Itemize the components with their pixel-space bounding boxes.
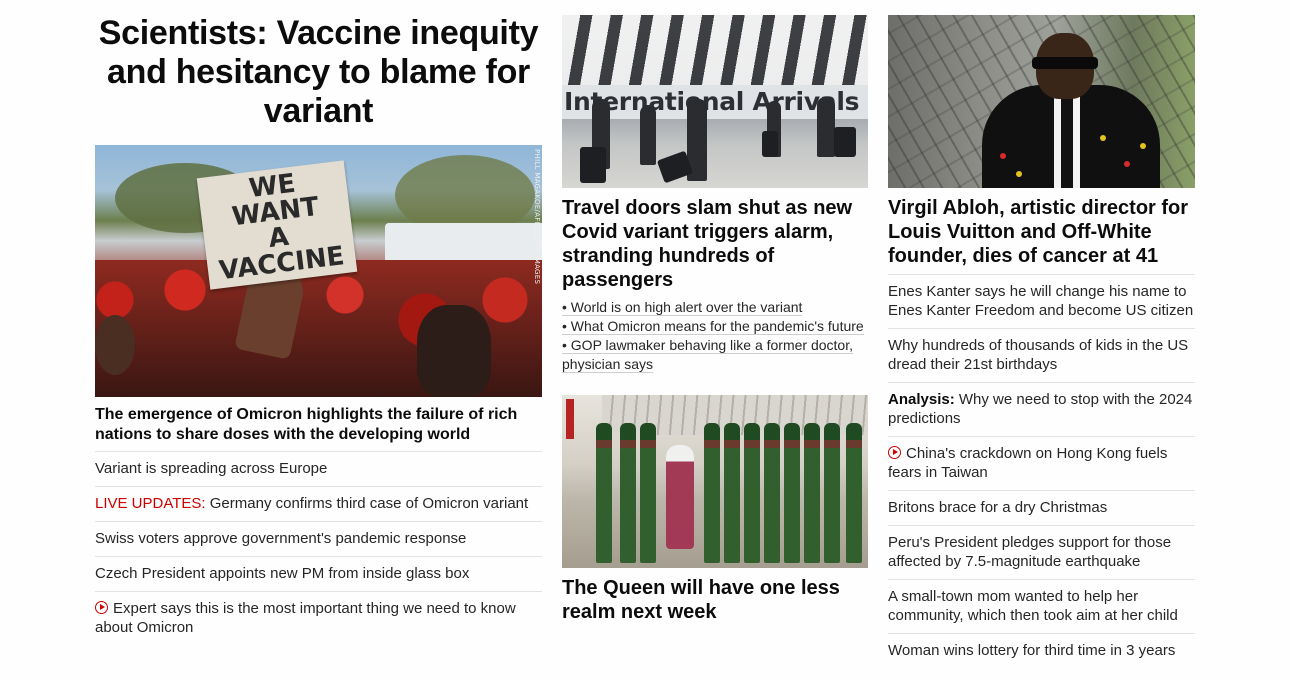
queen-inspection-image[interactable]: [562, 395, 868, 568]
related-link[interactable]: Swiss voters approve government's pandem…: [95, 522, 542, 557]
headline-link[interactable]: Why hundreds of thousands of kids in the…: [888, 329, 1195, 383]
video-headline-link[interactable]: China's crackdown on Hong Kong fuels fea…: [888, 437, 1195, 491]
related-link[interactable]: • GOP lawmaker behaving like a former do…: [562, 336, 868, 374]
headline-link[interactable]: A small-town mom wanted to help her comm…: [888, 580, 1195, 634]
live-updates-label: LIVE UPDATES:: [95, 495, 206, 512]
queen-headline-link[interactable]: The Queen will have one less realm next …: [562, 576, 868, 624]
protest-sign-text: WE WANT A VACCINE: [217, 168, 347, 287]
airport-arrivals-image[interactable]: International Arrivals: [562, 15, 868, 188]
travel-headline-link[interactable]: Travel doors slam shut as new Covid vari…: [562, 196, 868, 292]
news-page: Scientists: Vaccine inequity and hesitan…: [0, 0, 1290, 680]
headline-link[interactable]: Peru's President pledges support for tho…: [888, 526, 1195, 580]
play-icon: [95, 601, 108, 614]
virgil-abloh-image[interactable]: [888, 15, 1195, 188]
related-link[interactable]: • What Omicron means for the pandemic's …: [562, 317, 868, 336]
middle-column: International Arrivals Travel doors slam…: [562, 15, 868, 624]
related-link[interactable]: • World is on high alert over the varian…: [562, 298, 868, 317]
travel-related-list: • World is on high alert over the varian…: [562, 298, 868, 374]
related-link[interactable]: Czech President appoints new PM from ins…: [95, 557, 542, 592]
related-link[interactable]: Variant is spreading across Europe: [95, 452, 542, 487]
analysis-label: Analysis:: [888, 391, 955, 408]
related-links-list: Variant is spreading across Europe LIVE …: [95, 451, 542, 645]
headline-link[interactable]: Enes Kanter says he will change his name…: [888, 275, 1195, 329]
image-credit: PHILL MAGAKOE/AFP/GETTY IMAGES: [533, 149, 541, 285]
lead-story-image[interactable]: WE WANT A VACCINE PHILL MAGAKOE/AFP/GETT…: [95, 145, 542, 397]
headline-link[interactable]: Woman wins lottery for third time in 3 y…: [888, 634, 1195, 668]
lead-caption-link[interactable]: The emergence of Omicron highlights the …: [95, 405, 542, 445]
protest-sign: WE WANT A VACCINE: [196, 160, 358, 290]
right-column: Virgil Abloh, artistic director for Loui…: [888, 15, 1195, 668]
headlines-list: Enes Kanter says he will change his name…: [888, 274, 1195, 668]
headline-link[interactable]: Analysis: Why we need to stop with the 2…: [888, 383, 1195, 437]
related-link[interactable]: LIVE UPDATES: Germany confirms third cas…: [95, 487, 542, 522]
headline-link[interactable]: Britons brace for a dry Christmas: [888, 491, 1195, 526]
lead-headline-link[interactable]: Scientists: Vaccine inequity and hesitan…: [95, 14, 542, 131]
related-video-link[interactable]: Expert says this is the most important t…: [95, 592, 542, 645]
lead-story-column: Scientists: Vaccine inequity and hesitan…: [95, 14, 542, 645]
play-icon: [888, 446, 901, 459]
abloh-headline-link[interactable]: Virgil Abloh, artistic director for Loui…: [888, 196, 1195, 268]
